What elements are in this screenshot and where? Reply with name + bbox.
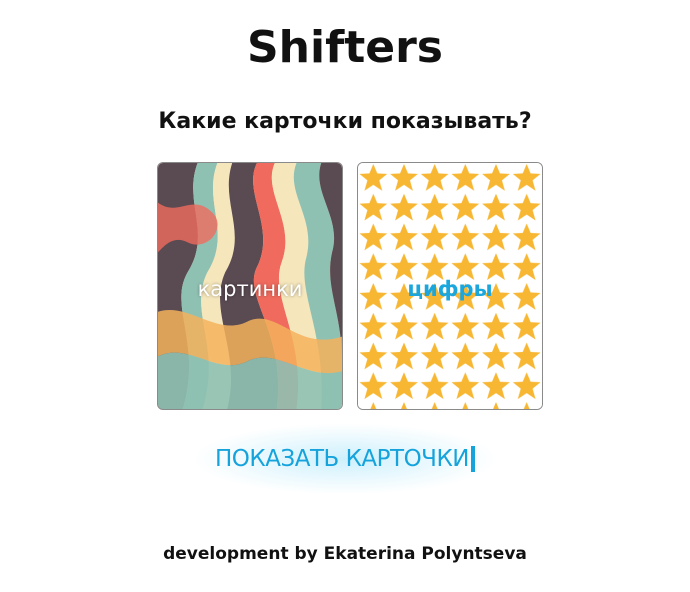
pictures-card[interactable]: картинки <box>157 162 343 410</box>
show-cards-button-label: ПОКАЗАТЬ КАРТОЧКИ <box>215 446 469 472</box>
developer-credit: development by Ekaterina Polyntseva <box>163 544 527 564</box>
text-cursor <box>470 446 475 472</box>
show-cards-button[interactable]: ПОКАЗАТЬ КАРТОЧКИ <box>195 424 495 494</box>
numbers-card[interactable]: цифры <box>357 162 543 410</box>
card-type-question: Какие карточки показывать? <box>158 109 532 134</box>
page: Shifters Какие карточки показывать? карт… <box>0 0 690 592</box>
numbers-card-label: цифры <box>407 277 493 301</box>
pictures-card-label: картинки <box>197 277 303 301</box>
app-title: Shifters <box>246 22 443 73</box>
